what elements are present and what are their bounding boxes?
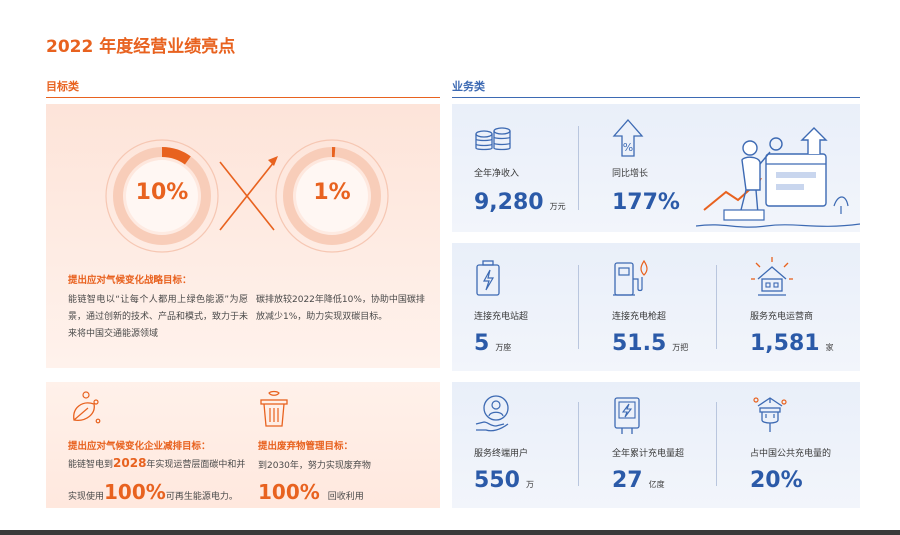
growth-label: 同比增长 [612, 169, 649, 179]
volume-value: 27 [612, 468, 643, 493]
cross-arrowhead [268, 156, 278, 166]
volume-unit: 亿度 [648, 480, 665, 489]
operators-unit: 家 [825, 343, 834, 352]
section-header-target: 目标类 [46, 78, 440, 98]
waste-suffix: 回收利用 [327, 492, 364, 502]
emission-renewable-value: 100% [104, 480, 166, 504]
growth-arrow-icon: % [612, 119, 644, 157]
strategy-text-2: 碳排放较2022年降低10%，协助中国碳排放减少1%，助力实现双碳目标。 [256, 295, 425, 322]
operators-label: 服务充电运营商 [750, 312, 814, 322]
users-label: 服务终端用户 [474, 449, 529, 459]
target-rings: 10% 1% [102, 136, 392, 256]
users-unit: 万 [525, 480, 534, 489]
waste-target-line2: 100% 回收利用 [258, 480, 364, 504]
revenue-unit: 万元 [549, 202, 566, 211]
section-header-business: 业务类 [452, 78, 860, 98]
chargers-label: 连接充电枪超 [612, 312, 667, 322]
user-hand-icon [475, 395, 509, 432]
targets-panel: 提出应对气候变化企业减排目标： 能链智电到2028年实现运营层面碳中和并 实现使… [46, 382, 440, 508]
growth-value: 177% [612, 190, 680, 215]
bottom-rule [0, 530, 900, 535]
emission-line1-suffix: 年实现运营层面碳中和并 [146, 460, 246, 470]
emission-line2-prefix: 实现使用 [68, 492, 105, 502]
battery-charge-icon [476, 260, 500, 296]
share-value: 20% [750, 468, 803, 493]
row3-divider-1 [578, 402, 579, 486]
stations-label: 连接充电站超 [474, 312, 529, 322]
coins-icon [475, 127, 511, 151]
emission-line2-suffix: 可再生能源电力。 [165, 492, 238, 502]
charging-pile-icon [613, 259, 648, 296]
users-panel: 服务终端用户 550 万 全年累计充电量超 27 亿度 占中国公共充电量的 20% [452, 382, 860, 508]
emission-target-line1: 能链智电到2028年实现运营层面碳中和并 [68, 456, 245, 470]
users-metric: 550 万 [474, 468, 534, 493]
users-value: 550 [474, 468, 520, 493]
strategy-title: 提出应对气候变化战略目标： [68, 275, 192, 286]
business-growth-illustration [696, 127, 860, 228]
revenue-value: 9,280 [474, 190, 544, 215]
operators-value: 1,581 [750, 331, 820, 356]
svg-text:%: % [623, 141, 633, 154]
revenue-metric: 9,280 万元 [474, 190, 566, 215]
emission-target-title: 提出应对气候变化企业减排目标： [68, 441, 211, 452]
operator-house-icon [751, 257, 793, 296]
chargers-value: 51.5 [612, 331, 667, 356]
waste-target-line1: 到2030年，努力实现废弃物 [258, 461, 371, 471]
infrastructure-panel: 连接充电站超 5 万座 连接充电枪超 51.5 万把 服务充电运营商 1,581 家 [452, 243, 860, 371]
strategy-text-1: 能链智电以“让每个人都用上绿色能源”为愿景，通过创新的技术、产品和模式，致力于未… [68, 295, 249, 339]
chargers-unit: 万把 [672, 343, 689, 352]
operators-metric: 1,581 家 [750, 331, 834, 356]
emission-target-line2: 实现使用100%可再生能源电力。 [68, 480, 238, 504]
stations-value: 5 [474, 331, 490, 356]
leaf-icon [73, 391, 101, 424]
plug-icon [753, 397, 787, 432]
electricity-meter-icon [614, 397, 640, 434]
ring-right-value: 1% [313, 180, 351, 205]
share-label: 占中国公共充电量的 [750, 449, 832, 459]
page-title: 2022 年度经营业绩亮点 [46, 37, 236, 57]
row2-divider-2 [716, 265, 717, 349]
emission-line1-prefix: 能链智电到 [68, 460, 114, 470]
recycle-bin-icon [260, 390, 288, 427]
waste-target-title: 提出废弃物管理目标： [258, 441, 354, 452]
chargers-metric: 51.5 万把 [612, 331, 688, 356]
climate-strategy-panel: 10% 1% 提出应对气候变化战略目标： 能链智电以“让每个人都用上绿色能源”为… [46, 104, 440, 368]
row1-divider [578, 126, 579, 210]
revenue-label: 全年净收入 [474, 169, 520, 179]
row3-divider-2 [716, 402, 717, 486]
stations-metric: 5 万座 [474, 331, 511, 356]
ring-left-value: 10% [135, 180, 189, 205]
waste-recycle-value: 100% [258, 480, 320, 504]
volume-metric: 27 亿度 [612, 468, 665, 493]
emission-year: 2028 [113, 456, 147, 470]
volume-label: 全年累计充电量超 [612, 449, 685, 459]
financial-panel: 全年净收入 9,280 万元 % 同比增长 177% [452, 104, 860, 232]
stations-unit: 万座 [495, 343, 512, 352]
row2-divider-1 [578, 265, 579, 349]
